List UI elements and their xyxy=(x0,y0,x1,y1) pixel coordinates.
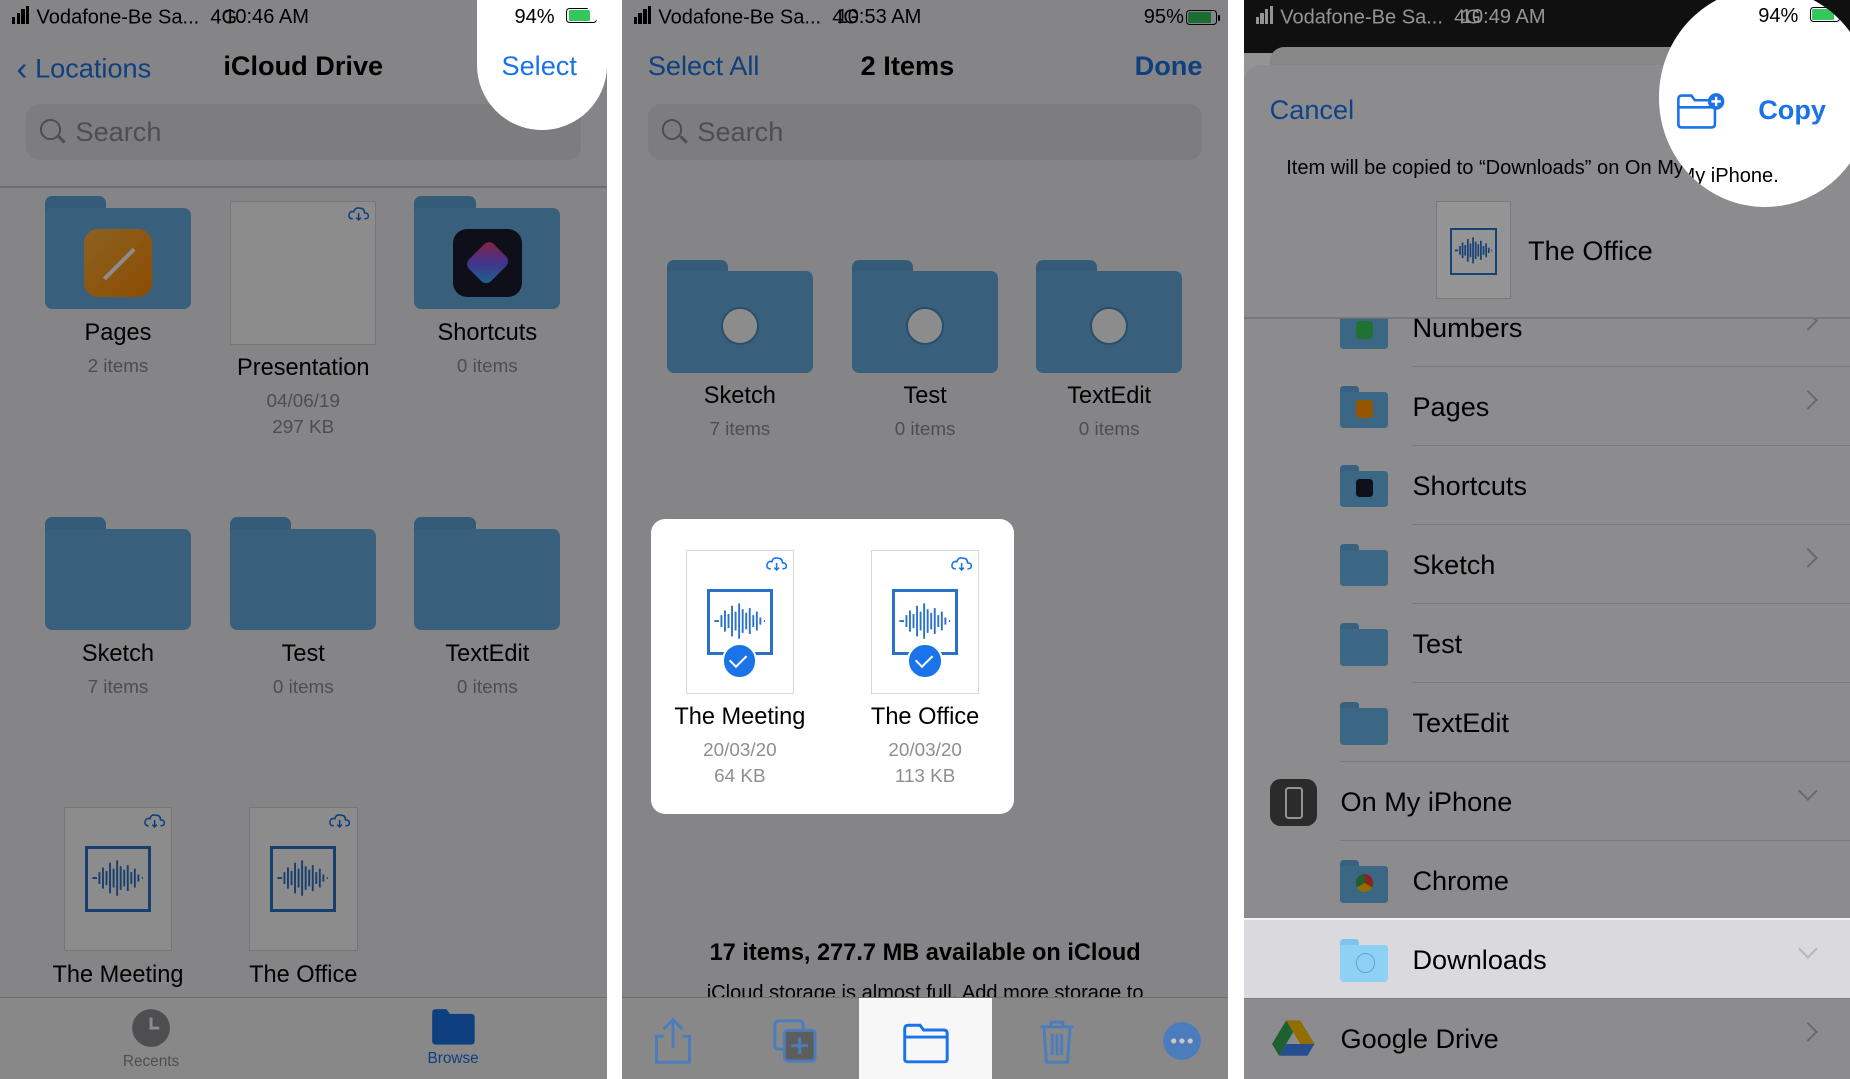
copy-spotlight: 94% Copy Item will be copied to “Downloa… xyxy=(1659,0,1850,207)
tile-sub: 20/03/20 64 KB xyxy=(703,739,777,787)
battery-percent: 94% xyxy=(514,5,555,28)
more-icon[interactable] xyxy=(1156,1015,1208,1067)
cloud-download-icon xyxy=(766,556,788,571)
tile-name: The Office xyxy=(870,703,980,730)
screenshot-canvas: Vodafone-Be Sa... 4G 10:46 AM ‹ Location… xyxy=(0,0,1850,1079)
battery-icon xyxy=(1810,7,1844,23)
select-button[interactable]: Select xyxy=(501,50,576,82)
chevron-down-icon xyxy=(1798,938,1818,959)
downloads-folder-icon xyxy=(1340,939,1388,982)
row-label: Downloads xyxy=(1412,943,1547,975)
audio-file-thumbnail xyxy=(685,549,795,694)
checkmark-icon xyxy=(721,643,758,679)
selected-item[interactable]: The Meeting 20/03/20 64 KB xyxy=(651,549,828,789)
share-icon[interactable] xyxy=(647,1015,699,1067)
audio-file-thumbnail xyxy=(870,549,980,694)
duplicate-icon[interactable] xyxy=(769,1015,821,1067)
tile-name: The Meeting xyxy=(674,703,806,730)
folder-move-icon[interactable] xyxy=(900,1017,952,1069)
panel-copy-destination: Vodafone-Be Sa... 4G 10:49 AM Cancel Ite… xyxy=(1243,0,1850,1079)
battery-percent: 94% xyxy=(1758,4,1799,27)
copy-message-highlight: Item will be copied to “Downloads” on On… xyxy=(1659,165,1779,188)
trash-icon[interactable] xyxy=(1031,1015,1083,1067)
selected-items-card: The Meeting 20/03/20 64 KB The Office 20/… xyxy=(651,519,1014,815)
checkmark-icon xyxy=(907,643,943,679)
dim-overlay-bottom xyxy=(1243,998,1850,1079)
dim-overlay xyxy=(0,0,607,1079)
panel-icloud-drive: Vodafone-Be Sa... 4G 10:46 AM ‹ Location… xyxy=(0,0,607,1079)
new-folder-icon[interactable] xyxy=(1676,92,1726,130)
selected-item[interactable]: The Office 20/03/20 113 KB xyxy=(837,549,1014,789)
copy-button[interactable]: Copy xyxy=(1758,94,1826,126)
row-downloads-selected[interactable]: Downloads xyxy=(1243,920,1850,1000)
cloud-download-icon xyxy=(951,556,973,571)
tile-sub: 20/03/20 113 KB xyxy=(888,739,962,787)
battery-icon xyxy=(566,8,601,24)
